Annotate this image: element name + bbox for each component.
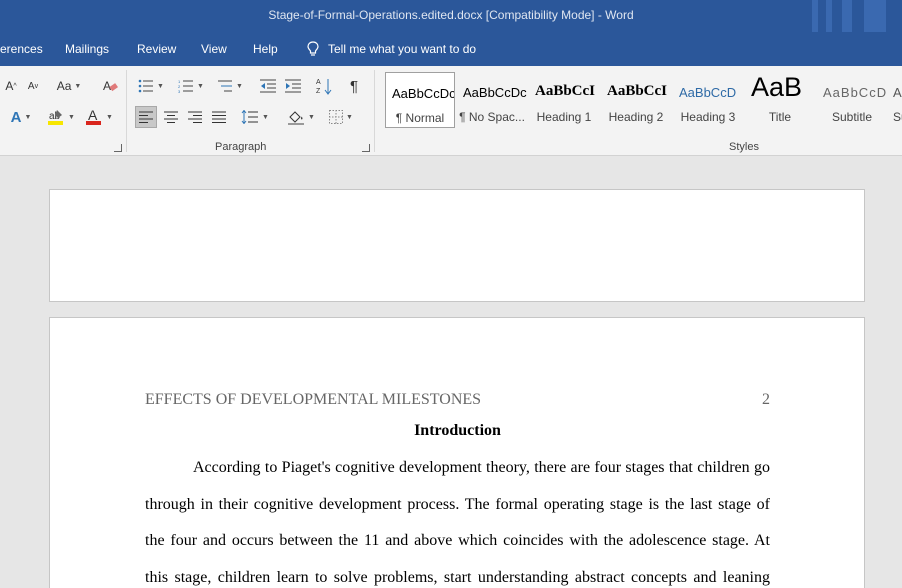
- shading-button[interactable]: ▼: [284, 106, 318, 128]
- svg-text:3: 3: [178, 89, 181, 93]
- multilevel-list-icon: [218, 80, 233, 92]
- align-center-icon: [164, 111, 178, 123]
- group-separator: [374, 70, 375, 152]
- decrease-indent-button[interactable]: [256, 75, 280, 97]
- styles-gallery: AaBbCcDc ¶ Normal AaBbCcDc ¶ No Spac... …: [383, 72, 902, 128]
- lightbulb-icon: [306, 41, 320, 57]
- highlight-button[interactable]: ab ▼: [44, 106, 78, 128]
- line-spacing-icon: [241, 110, 259, 124]
- justify-button[interactable]: [208, 106, 230, 128]
- tab-view[interactable]: View: [201, 42, 227, 56]
- sort-icon: AZ: [316, 79, 332, 95]
- style-subtitle[interactable]: AaBbCcD Subtitle: [817, 72, 887, 128]
- pilcrow-icon: ¶: [349, 77, 359, 95]
- borders-button[interactable]: ▼: [324, 106, 358, 128]
- borders-icon: [329, 110, 344, 124]
- ribbon-tabs: erences Mailings Review View Help Tell m…: [0, 32, 902, 66]
- tab-review[interactable]: Review: [137, 42, 176, 56]
- svg-text:A: A: [88, 108, 98, 123]
- bullets-button[interactable]: ▼: [135, 75, 167, 97]
- clear-formatting-button[interactable]: A: [100, 75, 120, 97]
- shrink-font-button[interactable]: Av: [24, 75, 42, 97]
- text-effects-button[interactable]: A ▼: [4, 106, 38, 128]
- group-separator: [126, 70, 127, 152]
- justify-icon: [212, 111, 226, 123]
- styles-group-label: Styles: [729, 141, 759, 153]
- tell-me-text: Tell me what you want to do: [328, 42, 477, 56]
- document-page[interactable]: [49, 189, 865, 302]
- page-number: 2: [762, 391, 770, 408]
- font-color-button[interactable]: A ▼: [82, 106, 116, 128]
- sort-button[interactable]: AZ: [313, 75, 335, 97]
- window-title: Stage-of-Formal-Operations.edited.docx […: [268, 8, 634, 22]
- ribbon: A ^ Av Aa ▼ A A ▼ ab ▼ A ▼ ▼ 1 2 3 ▼ ▼ AZ ¶: [0, 66, 902, 156]
- numbering-button[interactable]: 1 2 3 ▼: [174, 75, 208, 97]
- svg-text:A: A: [103, 79, 111, 93]
- increase-indent-button[interactable]: [281, 75, 305, 97]
- line-spacing-button[interactable]: ▼: [238, 106, 272, 128]
- bullets-icon: [138, 79, 154, 93]
- title-bar: Stage-of-Formal-Operations.edited.docx […: [0, 0, 902, 32]
- svg-text:A: A: [316, 79, 321, 86]
- grow-font-button[interactable]: A ^: [2, 75, 20, 97]
- eraser-icon: A: [103, 79, 118, 93]
- font-color-icon: A: [86, 108, 102, 125]
- change-case-button[interactable]: Aa ▼: [52, 75, 86, 97]
- style-heading-2[interactable]: AaBbCcI Heading 2: [601, 72, 671, 128]
- align-left-icon: [139, 111, 153, 123]
- document-page[interactable]: EFFECTS OF DEVELOPMENTAL MILESTONES 2 In…: [49, 317, 865, 588]
- paragraph-line: According to Piaget's cognitive developm…: [193, 459, 770, 476]
- section-heading: Introduction: [414, 422, 501, 439]
- svg-text:Z: Z: [316, 88, 321, 95]
- align-left-button[interactable]: [135, 106, 157, 128]
- paragraph-group-label: Paragraph: [215, 141, 267, 153]
- increase-indent-icon: [285, 79, 301, 93]
- center-button[interactable]: [160, 106, 182, 128]
- highlighter-icon: ab: [48, 110, 64, 125]
- decrease-indent-icon: [260, 79, 276, 93]
- tell-me-search[interactable]: Tell me what you want to do: [306, 41, 476, 57]
- multilevel-list-button[interactable]: ▼: [214, 75, 246, 97]
- paragraph-line: this stage, children learn to solve prob…: [145, 569, 770, 586]
- paragraph-line: the four and occurs between the 11 and a…: [145, 532, 770, 549]
- paragraph-dialog-launcher[interactable]: [362, 144, 370, 152]
- paragraph-line: through in their cognitive development p…: [145, 496, 770, 513]
- align-right-button[interactable]: [184, 106, 206, 128]
- tab-help[interactable]: Help: [253, 42, 278, 56]
- style-normal[interactable]: AaBbCcDc ¶ Normal: [385, 72, 455, 128]
- paint-bucket-icon: [288, 111, 305, 125]
- page-header: EFFECTS OF DEVELOPMENTAL MILESTONES 2: [145, 391, 770, 409]
- font-dialog-launcher[interactable]: [114, 144, 122, 152]
- style-title[interactable]: AaB Title: [745, 72, 815, 128]
- show-formatting-marks-button[interactable]: ¶: [344, 75, 364, 97]
- style-heading-3[interactable]: AaBbCcD Heading 3: [673, 72, 743, 128]
- style-subtle-emphasis[interactable]: A Su: [889, 72, 902, 128]
- style-heading-1[interactable]: AaBbCcI Heading 1: [529, 72, 599, 128]
- align-right-icon: [188, 111, 202, 123]
- tab-references[interactable]: erences: [0, 42, 43, 56]
- style-no-spacing[interactable]: AaBbCcDc ¶ No Spac...: [457, 72, 527, 128]
- header-title: EFFECTS OF DEVELOPMENTAL MILESTONES: [145, 391, 482, 408]
- tab-mailings[interactable]: Mailings: [65, 42, 109, 56]
- text-effects-icon: A: [10, 108, 22, 126]
- numbering-icon: 123: [178, 79, 194, 93]
